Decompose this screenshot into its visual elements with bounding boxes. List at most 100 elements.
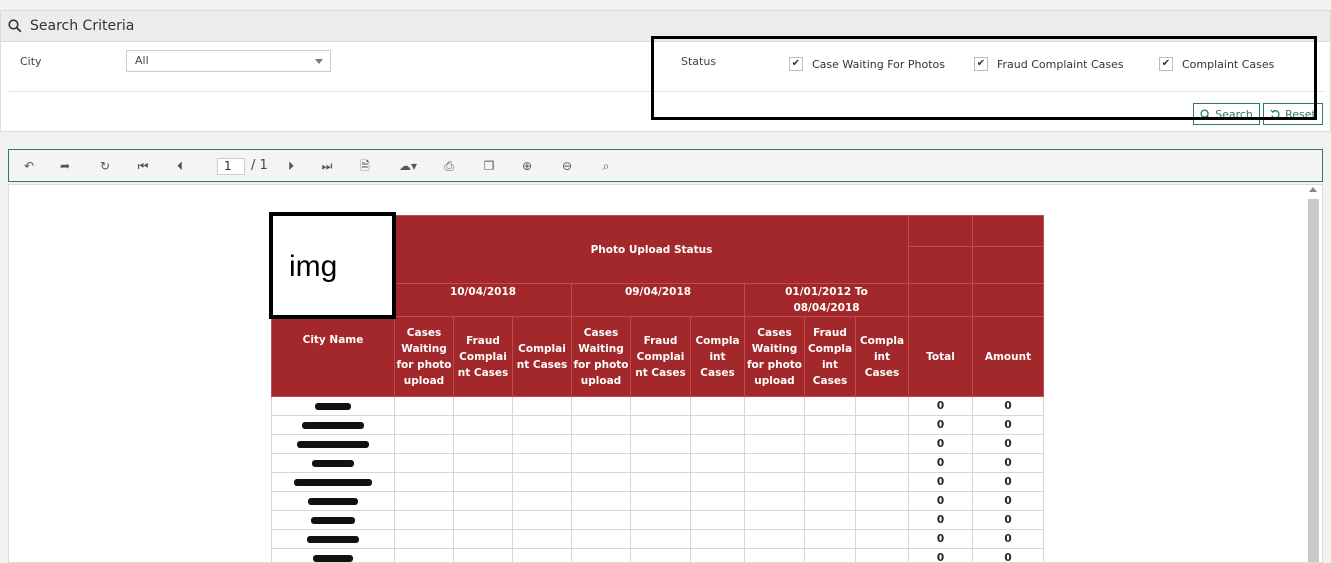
count-cell bbox=[512, 396, 572, 416]
scroll-up-icon[interactable] bbox=[1309, 187, 1317, 192]
total-cell: 0 bbox=[908, 453, 973, 473]
count-cell bbox=[453, 529, 513, 549]
blank-header bbox=[972, 246, 1044, 284]
amount-cell: 0 bbox=[972, 415, 1044, 435]
print-icon[interactable]: ⎙ bbox=[441, 158, 457, 174]
table-row: 00 bbox=[271, 415, 1044, 435]
table-row: 00 bbox=[271, 434, 1044, 454]
amount-cell: 0 bbox=[972, 510, 1044, 530]
redacted-city-name bbox=[302, 421, 364, 429]
count-cell bbox=[394, 453, 454, 473]
search-button[interactable]: Search bbox=[1193, 103, 1260, 125]
redacted-city-name bbox=[312, 459, 354, 467]
undo-icon[interactable]: ↶ bbox=[21, 158, 37, 174]
blank-header bbox=[908, 215, 973, 247]
count-cell bbox=[394, 510, 454, 530]
count-cell bbox=[394, 491, 454, 511]
sub-header: Fraud Complai nt Cases bbox=[453, 316, 513, 397]
criteria-divider bbox=[9, 91, 1324, 92]
count-cell bbox=[571, 453, 631, 473]
reset-button[interactable]: Reset bbox=[1263, 103, 1323, 125]
count-cell bbox=[804, 434, 856, 454]
count-cell bbox=[804, 529, 856, 549]
sub-header: Compla int Cases bbox=[855, 316, 909, 397]
chevron-down-icon bbox=[315, 59, 323, 64]
count-cell bbox=[744, 472, 805, 492]
redacted-city-name bbox=[313, 554, 353, 562]
export-icon[interactable]: ☁▾ bbox=[395, 158, 421, 174]
blank-header bbox=[908, 246, 973, 284]
count-cell bbox=[453, 396, 513, 416]
total-header: Total bbox=[908, 316, 973, 397]
sub-header: Fraud Compla int Cases bbox=[804, 316, 856, 397]
page-number-input[interactable]: 1 bbox=[217, 158, 245, 175]
document-icon[interactable]: 🗎 bbox=[357, 158, 373, 174]
count-cell bbox=[512, 548, 572, 562]
city-select[interactable]: All bbox=[126, 50, 331, 72]
refresh-icon[interactable]: ↻ bbox=[97, 158, 113, 174]
period-header: 10/04/2018 bbox=[394, 283, 572, 317]
count-cell bbox=[690, 453, 745, 473]
report-title: Photo Upload Status bbox=[394, 215, 909, 284]
checkbox-complaint[interactable]: ✔ Complaint Cases bbox=[1159, 57, 1274, 71]
count-cell bbox=[804, 453, 856, 473]
amount-cell: 0 bbox=[972, 472, 1044, 492]
count-cell bbox=[512, 510, 572, 530]
check-icon[interactable]: ✔ bbox=[974, 57, 988, 71]
count-cell bbox=[394, 548, 454, 562]
count-cell bbox=[630, 529, 691, 549]
amount-cell: 0 bbox=[972, 453, 1044, 473]
city-name-cell bbox=[271, 396, 395, 416]
zoom-in-icon[interactable]: ⊕ bbox=[519, 158, 535, 174]
criteria-title: Search Criteria bbox=[30, 18, 135, 34]
prev-page-icon[interactable]: ⏴ bbox=[172, 158, 188, 174]
count-cell bbox=[571, 510, 631, 530]
city-label: City bbox=[20, 55, 42, 68]
amount-header: Amount bbox=[972, 316, 1044, 397]
count-cell bbox=[630, 472, 691, 492]
redacted-city-name bbox=[311, 516, 355, 524]
count-cell bbox=[744, 491, 805, 511]
count-cell bbox=[855, 491, 909, 511]
count-cell bbox=[571, 491, 631, 511]
reset-icon bbox=[1270, 109, 1280, 119]
count-cell bbox=[744, 510, 805, 530]
layout-icon[interactable]: ❐ bbox=[481, 158, 497, 174]
checkbox-case-waiting[interactable]: ✔ Case Waiting For Photos bbox=[789, 57, 945, 71]
count-cell bbox=[804, 510, 856, 530]
search-criteria-panel: Search Criteria City All Status ✔ Case W… bbox=[0, 10, 1331, 132]
check-icon[interactable]: ✔ bbox=[789, 57, 803, 71]
amount-cell: 0 bbox=[972, 491, 1044, 511]
count-cell bbox=[453, 415, 513, 435]
total-cell: 0 bbox=[908, 472, 973, 492]
total-cell: 0 bbox=[908, 415, 973, 435]
count-cell bbox=[630, 434, 691, 454]
check-icon[interactable]: ✔ bbox=[1159, 57, 1173, 71]
count-cell bbox=[630, 510, 691, 530]
total-cell: 0 bbox=[908, 434, 973, 454]
count-cell bbox=[453, 453, 513, 473]
count-cell bbox=[690, 396, 745, 416]
checkbox-fraud-complaint[interactable]: ✔ Fraud Complaint Cases bbox=[974, 57, 1124, 71]
count-cell bbox=[512, 415, 572, 435]
count-cell bbox=[690, 434, 745, 454]
count-cell bbox=[453, 548, 513, 562]
count-cell bbox=[571, 396, 631, 416]
last-page-icon[interactable]: ⏭ bbox=[319, 158, 335, 174]
count-cell bbox=[394, 396, 454, 416]
redo-icon[interactable]: ➦ bbox=[57, 158, 73, 174]
redacted-city-name bbox=[297, 440, 369, 448]
search-icon[interactable]: ⌕ bbox=[598, 158, 614, 174]
count-cell bbox=[453, 434, 513, 454]
count-cell bbox=[744, 434, 805, 454]
count-cell bbox=[690, 472, 745, 492]
amount-cell: 0 bbox=[972, 434, 1044, 454]
first-page-icon[interactable]: ⏮ bbox=[135, 158, 151, 174]
zoom-out-icon[interactable]: ⊖ bbox=[559, 158, 575, 174]
next-page-icon[interactable]: ⏵ bbox=[283, 158, 299, 174]
sub-header: Complai nt Cases bbox=[512, 316, 572, 397]
count-cell bbox=[512, 472, 572, 492]
count-cell bbox=[804, 396, 856, 416]
vertical-scrollbar[interactable] bbox=[1308, 199, 1319, 562]
count-cell bbox=[855, 472, 909, 492]
